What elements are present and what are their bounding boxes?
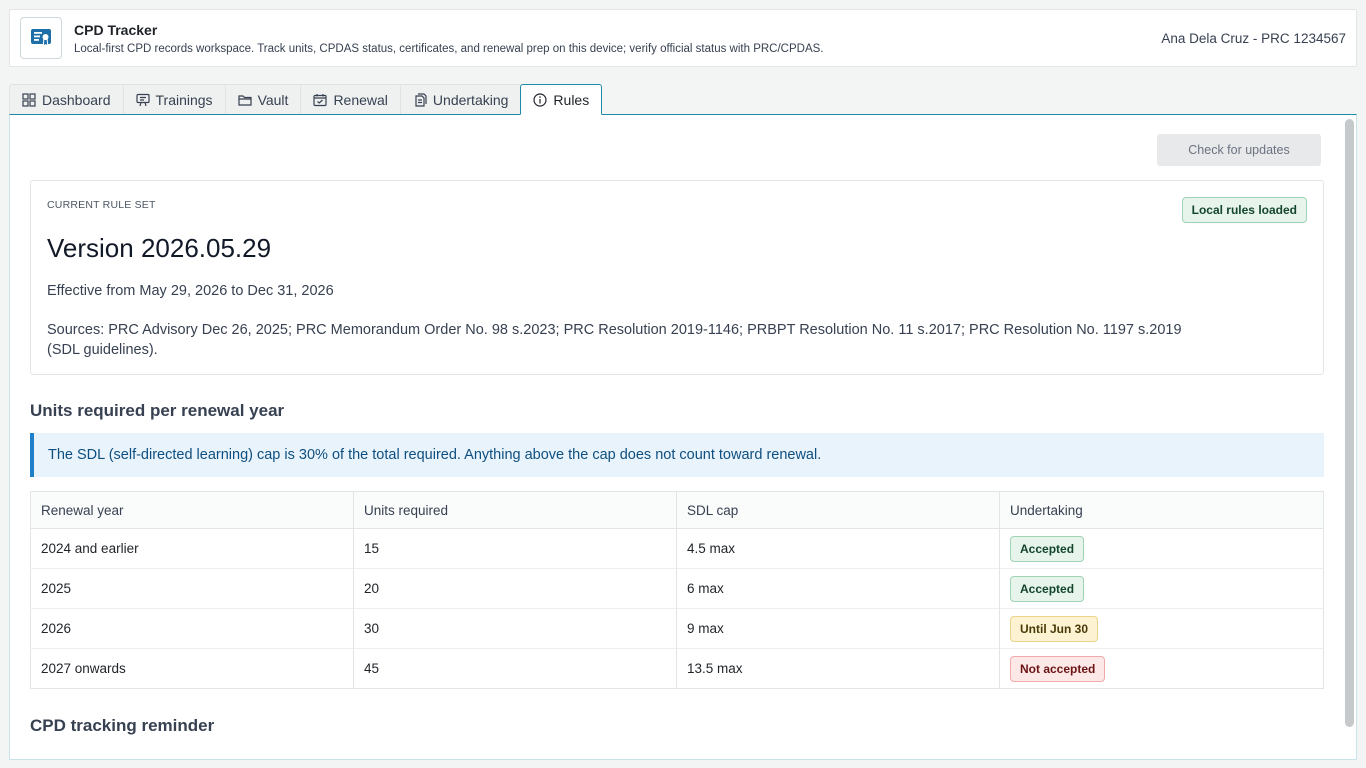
documents-icon	[415, 92, 427, 107]
tab-label: Renewal	[333, 91, 388, 108]
rule-effective-dates: Effective from May 29, 2026 to Dec 31, 2…	[47, 283, 334, 299]
rule-set-card: CURRENT RULE SET Local rules loaded Vers…	[30, 180, 1324, 375]
undertaking-badge: Until Jun 30	[1010, 615, 1099, 642]
certificate-icon	[20, 17, 62, 59]
column-header: Renewal year	[30, 491, 354, 529]
column-header: Undertaking	[999, 491, 1324, 529]
table-header-row: Renewal year Units required SDL cap Unde…	[30, 491, 1324, 529]
undertaking-cell: Accepted	[999, 568, 1324, 609]
units-table: Renewal year Units required SDL cap Unde…	[30, 491, 1324, 689]
table-row: 2026 30 9 max Until Jun 30	[30, 608, 1324, 649]
undertaking-badge: Accepted	[1010, 575, 1085, 602]
renewal-year-cell: 2026	[30, 608, 354, 649]
check-updates-button[interactable]: Check for updates	[1157, 134, 1321, 166]
units-required-cell: 20	[353, 568, 677, 609]
units-required-cell: 45	[353, 648, 677, 689]
scrollbar-thumb[interactable]	[1345, 119, 1354, 727]
user-identity: Ana Dela Cruz - PRC 1234567	[1161, 30, 1346, 46]
sdl-cap-cell: 13.5 max	[676, 648, 1000, 689]
sdl-cap-cell: 6 max	[676, 568, 1000, 609]
status-badge: Local rules loaded	[1181, 197, 1307, 223]
app-header: CPD Tracker Local-first CPD records work…	[9, 9, 1357, 67]
renewal-year-cell: 2024 and earlier	[30, 528, 354, 569]
rule-set-eyebrow: CURRENT RULE SET	[47, 199, 156, 211]
table-row: 2027 onwards 45 13.5 max Not accepted	[30, 648, 1324, 689]
tab-label: Dashboard	[42, 91, 111, 108]
tab-undertaking[interactable]: Undertaking	[399, 84, 521, 115]
presentation-icon	[135, 93, 150, 106]
app-subtitle: Local-first CPD records workspace. Track…	[74, 42, 824, 55]
calendar-check-icon	[313, 93, 328, 106]
tab-renewal[interactable]: Renewal	[300, 84, 400, 115]
tab-label: Vault	[257, 91, 289, 108]
renewal-year-cell: 2025	[30, 568, 354, 609]
rule-version: Version 2026.05.29	[47, 233, 272, 263]
tab-dashboard[interactable]: Dashboard	[9, 84, 123, 115]
grid-icon	[22, 92, 36, 107]
folder-icon	[237, 94, 252, 106]
tab-trainings[interactable]: Trainings	[122, 84, 225, 115]
units-section-title: Units required per renewal year	[30, 401, 285, 420]
undertaking-cell: Not accepted	[999, 648, 1324, 689]
units-required-cell: 30	[353, 608, 677, 649]
undertaking-badge: Accepted	[1010, 535, 1085, 562]
rules-panel: Check for updates CURRENT RULE SET Local…	[9, 114, 1357, 760]
table-row: 2024 and earlier 15 4.5 max Accepted	[30, 528, 1324, 569]
column-header: SDL cap	[676, 491, 1000, 529]
sdl-cap-cell: 4.5 max	[676, 528, 1000, 569]
undertaking-badge: Not accepted	[1010, 655, 1106, 682]
info-icon	[533, 92, 548, 107]
reminder-section-title: CPD tracking reminder	[30, 716, 215, 735]
tab-label: Rules	[553, 91, 590, 108]
column-header: Units required	[353, 491, 677, 529]
tab-rules[interactable]: Rules	[520, 84, 603, 115]
undertaking-cell: Until Jun 30	[999, 608, 1324, 649]
table-row: 2025 20 6 max Accepted	[30, 568, 1324, 609]
app-title: CPD Tracker	[74, 21, 158, 38]
tab-label: Trainings	[155, 91, 213, 108]
tab-vault[interactable]: Vault	[224, 84, 301, 115]
units-required-cell: 15	[353, 528, 677, 569]
tab-label: Undertaking	[432, 91, 509, 108]
rule-sources: Sources: PRC Advisory Dec 26, 2025; PRC …	[47, 322, 1182, 358]
main-tabs: Dashboard Trainings Vault Renewal Undert…	[9, 84, 603, 115]
sdl-cap-cell: 9 max	[676, 608, 1000, 649]
undertaking-cell: Accepted	[999, 528, 1324, 569]
sdl-info-callout: The SDL (self-directed learning) cap is …	[30, 433, 1324, 477]
renewal-year-cell: 2027 onwards	[30, 648, 354, 689]
